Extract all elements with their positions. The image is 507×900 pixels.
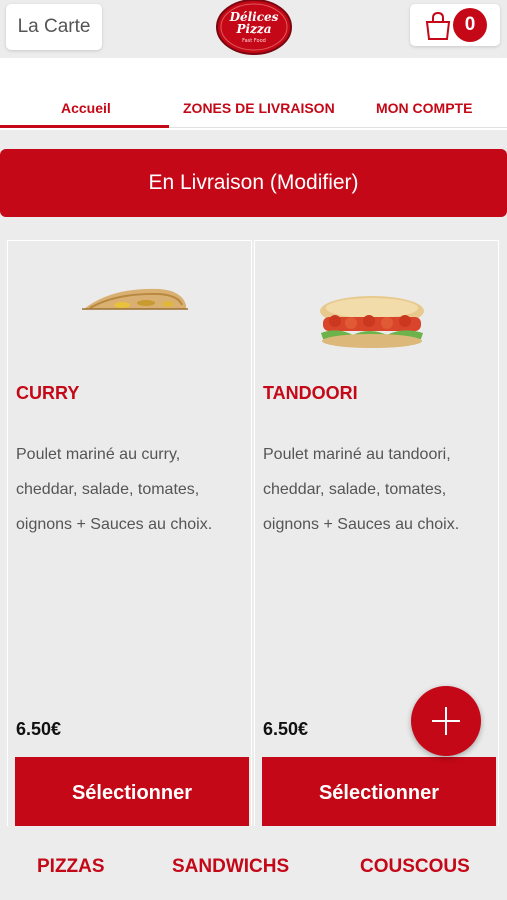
product-price: 6.50€: [16, 719, 62, 739]
product-price: 6.50€: [263, 719, 309, 739]
tab-accueil[interactable]: Accueil: [61, 100, 111, 116]
tab-mon-compte[interactable]: MON COMPTE: [376, 100, 472, 116]
product-description: Poulet mariné au curry, cheddar, salade,…: [16, 446, 213, 533]
category-bar: PIZZAS SANDWICHS COUSCOUS: [0, 826, 507, 900]
category-pizzas[interactable]: PIZZAS: [37, 856, 105, 878]
nav-tabs: Accueil ZONES DE LIVRAISON MON COMPTE: [0, 58, 507, 130]
active-tab-indicator: [0, 125, 169, 128]
product-card: CURRY Poulet mariné au curry, cheddar, s…: [7, 240, 252, 840]
menu-button[interactable]: La Carte: [6, 4, 102, 50]
svg-text:Pizza: Pizza: [236, 22, 272, 36]
delices-pizza-logo[interactable]: Délices Pizza Fast Food: [215, 0, 293, 56]
svg-text:Fast Food: Fast Food: [242, 38, 266, 44]
product-description: Poulet mariné au tandoori, cheddar, sala…: [263, 446, 460, 533]
top-bar: La Carte Délices Pizza Fast Food 0: [0, 0, 507, 58]
shopping-bag-icon: [425, 11, 451, 40]
tandoori-sandwich-image: [320, 296, 424, 348]
select-button[interactable]: Sélectionner: [15, 757, 249, 829]
curry-sandwich-image: [82, 288, 188, 310]
cart-button[interactable]: 0: [410, 4, 500, 46]
select-button[interactable]: Sélectionner: [262, 757, 496, 829]
delivery-mode-button[interactable]: En Livraison (Modifier): [0, 149, 507, 217]
add-fab-button[interactable]: [411, 686, 481, 756]
category-couscous[interactable]: COUSCOUS: [360, 856, 470, 878]
product-title: TANDOORI: [263, 383, 358, 403]
tab-zones-de-livraison[interactable]: ZONES DE LIVRAISON: [183, 100, 335, 116]
product-title: CURRY: [16, 383, 80, 403]
cart-count-badge: 0: [453, 8, 487, 42]
category-sandwichs[interactable]: SANDWICHS: [172, 856, 289, 878]
